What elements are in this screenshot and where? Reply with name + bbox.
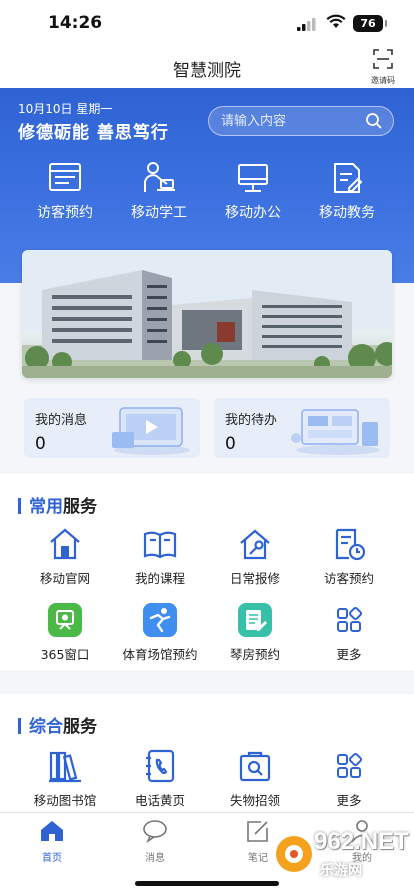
- section-title-bar: [18, 718, 21, 734]
- tab-home[interactable]: 首页: [22, 819, 82, 864]
- search-box[interactable]: [208, 106, 394, 136]
- service-label: 失物招领: [229, 793, 280, 808]
- hero-date: 10月10日 星期一: [18, 102, 113, 116]
- signal-icon: [297, 16, 317, 35]
- wifi-icon: [326, 14, 346, 33]
- section-title: 综合服务: [18, 712, 97, 737]
- piano-room-icon: [238, 603, 272, 637]
- page-title: 智慧测院: [173, 61, 241, 81]
- service-365-window[interactable]: 365窗口: [15, 602, 115, 663]
- section-title-rest: 服务: [63, 717, 97, 737]
- service-label: 更多: [336, 647, 362, 662]
- quick-label: 移动学工: [131, 205, 187, 221]
- service-label: 更多: [336, 793, 362, 808]
- quick-visitor-booking[interactable]: 访客预约: [20, 160, 110, 222]
- section-title-highlight: 综合: [29, 717, 63, 737]
- sports-icon: [143, 603, 177, 637]
- phone-book-icon: [146, 749, 175, 783]
- campus-banner[interactable]: [22, 250, 392, 378]
- service-daily-repair[interactable]: 日常报修: [205, 526, 305, 587]
- service-piano-room-booking[interactable]: 琴房预约: [205, 602, 305, 663]
- service-phone-book[interactable]: 电话黄页: [110, 748, 210, 809]
- hero-motto: 修德砺能 善思笃行: [18, 123, 169, 143]
- service-label: 访客预约: [323, 571, 374, 586]
- video-message-illustration: [112, 407, 190, 455]
- quick-academic-affairs[interactable]: 移动教务: [302, 160, 392, 222]
- general-services-section: 综合服务 移动图书馆 电话黄页 失物招领 更多: [0, 694, 414, 812]
- card-count: 0: [225, 434, 236, 454]
- service-my-courses[interactable]: 我的课程: [110, 526, 210, 587]
- section-title-bar: [18, 498, 21, 514]
- campus-building-photo: [22, 250, 392, 378]
- battery-indicator: 76: [353, 15, 387, 32]
- quick-actions: 访客预约 移动学工 移动办公 移动教务: [0, 160, 414, 230]
- scan-icon: [373, 49, 393, 69]
- card-title: 我的待办: [225, 413, 278, 428]
- service-label: 体育场馆预约: [122, 647, 198, 662]
- service-sports-venue-booking[interactable]: 体育场馆预约: [110, 602, 210, 663]
- service-lost-and-found[interactable]: 失物招领: [205, 748, 305, 809]
- section-title: 常用服务: [18, 492, 97, 517]
- status-time: 14:26: [48, 13, 103, 33]
- summary-cards: 我的消息 0 我的待办 0: [24, 398, 390, 458]
- search-icon[interactable]: [365, 112, 383, 134]
- title-bar: 智慧测院 邀请码: [0, 46, 414, 88]
- student-desk-icon: [144, 162, 175, 192]
- tab-messages[interactable]: 消息: [125, 819, 185, 864]
- my-messages-card[interactable]: 我的消息 0: [24, 398, 200, 458]
- service-more[interactable]: 更多: [299, 748, 399, 809]
- more-grid-icon: [337, 606, 363, 632]
- quick-label: 访客预约: [37, 205, 93, 221]
- common-services-section: 常用服务 移动官网 我的课程 日常报修 访客预约 365窗口 体育场馆预约 琴房…: [0, 474, 414, 670]
- document-edit-icon: [334, 163, 363, 193]
- service-label: 移动图书馆: [33, 793, 97, 808]
- quick-label: 移动教务: [319, 205, 375, 221]
- window-365-icon: [48, 603, 82, 637]
- service-mobile-website[interactable]: 移动官网: [15, 526, 115, 587]
- section-title-highlight: 常用: [29, 497, 63, 517]
- note-edit-icon: [247, 821, 268, 842]
- repair-house-icon: [240, 529, 270, 560]
- lost-found-icon: [239, 751, 271, 782]
- more-grid-icon: [337, 752, 363, 778]
- service-visitor-booking[interactable]: 访客预约: [299, 526, 399, 587]
- library-icon: [49, 751, 81, 783]
- home-icon: [50, 528, 80, 560]
- quick-label: 移动办公: [225, 205, 281, 221]
- section-title-rest: 服务: [63, 497, 97, 517]
- service-more[interactable]: 更多: [299, 602, 399, 663]
- home-indicator[interactable]: [135, 881, 279, 886]
- watermark-subtext: 乐游网: [320, 863, 362, 879]
- service-label: 琴房预约: [229, 647, 280, 662]
- visitor-form-icon: [49, 163, 81, 191]
- service-label: 移动官网: [39, 571, 90, 586]
- quick-mobile-office[interactable]: 移动办公: [208, 160, 298, 222]
- app-screen: 14:26 76 智慧测院 邀请码 10月10日 星期一 修德砺能 善思笃行 请…: [0, 0, 414, 896]
- tab-label: 消息: [145, 853, 165, 864]
- service-label: 365窗口: [40, 647, 90, 662]
- service-label: 电话黄页: [134, 793, 185, 808]
- service-label: 我的课程: [134, 571, 185, 586]
- my-todos-card[interactable]: 我的待办 0: [214, 398, 390, 458]
- monitor-icon: [238, 164, 268, 192]
- search-input[interactable]: [221, 112, 361, 130]
- card-title: 我的消息: [35, 413, 88, 428]
- watermark-text: 962.NET: [314, 828, 409, 855]
- quick-student-affairs[interactable]: 移动学工: [114, 160, 204, 222]
- site-watermark: 962.NET 乐游网: [270, 822, 410, 892]
- service-mobile-library[interactable]: 移动图书馆: [15, 748, 115, 809]
- visitor-clock-icon: [335, 528, 366, 561]
- tab-label: 首页: [42, 853, 62, 864]
- todo-desktop-illustration: [291, 409, 380, 455]
- invite-code-label: 邀请码: [371, 76, 395, 85]
- open-book-icon: [143, 531, 177, 559]
- invite-code-button[interactable]: 邀请码: [366, 48, 400, 86]
- watermark-logo-icon: [276, 836, 312, 872]
- service-label: 日常报修: [229, 571, 280, 586]
- card-count: 0: [35, 434, 46, 454]
- chat-bubble-icon: [143, 820, 167, 844]
- home-tab-icon: [41, 821, 63, 841]
- status-bar: 14:26 76: [0, 0, 414, 46]
